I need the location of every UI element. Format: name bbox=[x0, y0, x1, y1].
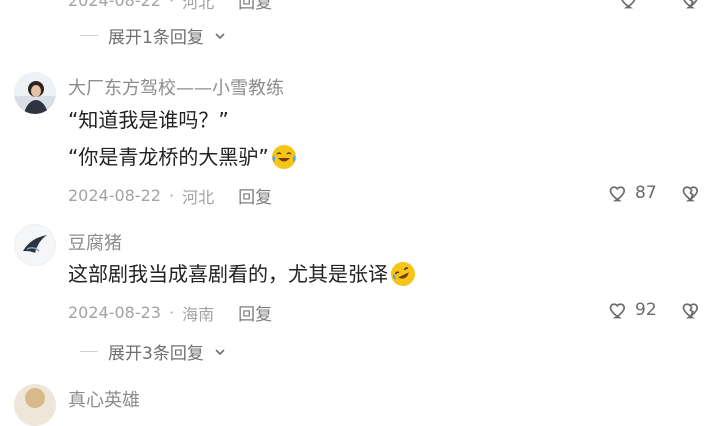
like-count: 87 bbox=[635, 183, 657, 203]
comment-location: 海南 bbox=[182, 304, 215, 324]
expand-replies-button[interactable]: 展开3条回复 bbox=[80, 339, 226, 364]
top-like-button[interactable] bbox=[620, 0, 640, 10]
comment-text-wrap: 这部剧我当成喜剧看的，尤其是张译 bbox=[68, 260, 416, 288]
comment-text: 这部剧我当成喜剧看的，尤其是张译 bbox=[68, 262, 388, 286]
chevron-down-icon bbox=[215, 348, 225, 355]
dislike-button[interactable] bbox=[681, 183, 703, 207]
comment-dot: · bbox=[168, 303, 175, 322]
heart-icon bbox=[621, 0, 636, 9]
heart-icon bbox=[609, 186, 625, 202]
comment-text-line2-wrap: “你是青龙桥的大黑驴” bbox=[68, 143, 297, 171]
broken-heart-icon bbox=[682, 303, 698, 319]
broken-heart-icon bbox=[682, 186, 698, 202]
expand-label: 展开3条回复 bbox=[108, 344, 204, 364]
comment-date: 2024-08-23 bbox=[68, 303, 161, 322]
reply-button[interactable]: 回复 bbox=[238, 183, 272, 208]
avatar[interactable] bbox=[14, 384, 56, 426]
reply-button[interactable]: 回复 bbox=[238, 300, 272, 325]
like-button[interactable]: 92 bbox=[609, 300, 657, 320]
like-button[interactable]: 87 bbox=[609, 183, 657, 203]
comment-dot: · bbox=[168, 0, 175, 10]
comment-location: 河北 bbox=[182, 187, 215, 207]
chevron-down-icon bbox=[215, 32, 225, 39]
comment-date: 2024-08-22 bbox=[68, 0, 161, 10]
dislike-button[interactable] bbox=[681, 300, 703, 324]
avatar[interactable] bbox=[14, 72, 56, 114]
comment-username[interactable]: 大厂东方驾校——小雪教练 bbox=[68, 74, 284, 100]
expand-label: 展开1条回复 bbox=[108, 28, 204, 48]
broken-heart-icon bbox=[683, 0, 698, 9]
reply-button[interactable]: 回复 bbox=[238, 0, 272, 13]
expand-divider bbox=[80, 35, 98, 36]
comment-username[interactable]: 真心英雄 bbox=[68, 386, 140, 412]
comment-dot: · bbox=[168, 186, 175, 205]
avatar[interactable] bbox=[14, 224, 56, 266]
comment-text-line1: “知道我是谁吗？” bbox=[68, 108, 229, 132]
comment-meta: 2024-08-23 · 海南 回复 bbox=[68, 300, 272, 325]
comment-text-line2: “你是青龙桥的大黑驴” bbox=[68, 145, 269, 169]
comment-date: 2024-08-22 bbox=[68, 186, 161, 205]
top-dislike-button[interactable] bbox=[681, 0, 703, 14]
expand-replies-button[interactable]: 展开1条回复 bbox=[80, 23, 226, 48]
rolling-laughing-emoji bbox=[391, 262, 415, 286]
comment-username[interactable]: 豆腐猪 bbox=[68, 229, 122, 255]
comment-meta: 2024-08-22 · 河北 回复 bbox=[68, 183, 272, 208]
comment-location: 河北 bbox=[182, 0, 215, 12]
heart-icon bbox=[609, 303, 625, 319]
avatar-image bbox=[14, 72, 56, 114]
like-count: 92 bbox=[635, 300, 657, 320]
avatar-image bbox=[14, 384, 56, 426]
avatar-image bbox=[15, 225, 55, 265]
crying-laughing-emoji bbox=[271, 145, 296, 169]
top-comment-meta: 2024-08-22 · 河北 回复 bbox=[68, 0, 272, 13]
expand-divider bbox=[80, 351, 98, 352]
